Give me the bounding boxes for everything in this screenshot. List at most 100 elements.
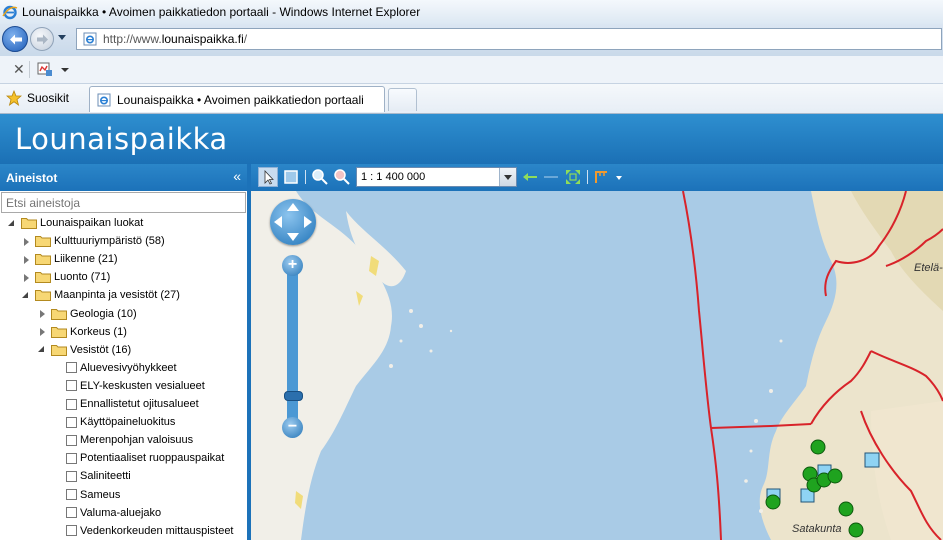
new-tab-button[interactable]: [388, 88, 417, 111]
map-view[interactable]: Etelä- Satakunta + −: [251, 191, 943, 540]
browser-tab[interactable]: Lounaispaikka • Avoimen paikkatiedon por…: [89, 86, 385, 112]
address-bar[interactable]: http://www.lounaispaikka.fi/: [76, 28, 942, 50]
tree-item-label: Aluevesivyöhykkeet: [80, 361, 177, 374]
scale-select[interactable]: 1 : 1 400 000: [356, 167, 517, 187]
favorites-star-icon[interactable]: [6, 90, 22, 106]
forward-arrow-icon: [37, 34, 48, 45]
page-icon: [83, 32, 97, 46]
tree-item-label: Lounaispaikan luokat: [40, 217, 144, 229]
pan-arrows-icon: [274, 203, 312, 241]
tree-item-label: Liikenne (21): [54, 253, 118, 266]
addon-dropdown-arrow[interactable]: [61, 68, 69, 72]
tree-layer-item[interactable]: Merenpohjan valoisuus: [66, 431, 193, 449]
tree-layer-item[interactable]: Sameus: [66, 486, 120, 504]
tree-item-label: Saliniteetti: [80, 470, 131, 483]
sidebar-header: Aineistot «: [0, 164, 247, 191]
zoom-in-button[interactable]: [310, 167, 330, 187]
tree-layer-item[interactable]: Potentiaaliset ruoppauspaikat: [66, 449, 224, 467]
region-label-satakunta: Satakunta: [792, 523, 842, 535]
addon-icon[interactable]: [37, 61, 53, 77]
tree-layer-item[interactable]: Käyttöpaineluokitus: [66, 413, 175, 431]
layer-checkbox[interactable]: [66, 434, 77, 446]
layer-checkbox[interactable]: [66, 470, 77, 482]
layer-checkbox[interactable]: [66, 507, 77, 519]
back-button[interactable]: [2, 26, 28, 52]
layer-checkbox[interactable]: [66, 380, 77, 392]
internet-explorer-icon: [2, 5, 18, 20]
measure-dropdown-arrow[interactable]: [616, 176, 622, 180]
measure-tool-button[interactable]: [592, 167, 612, 187]
favorites-button[interactable]: Suosikit: [27, 91, 69, 105]
forward-button[interactable]: [30, 27, 54, 51]
tree-folder-item[interactable]: Kulttuuriympäristö (58): [22, 232, 165, 250]
zoom-box-button[interactable]: [281, 167, 301, 187]
folder-icon: [35, 272, 51, 284]
folder-icon: [35, 290, 51, 302]
pan-control[interactable]: [270, 199, 316, 245]
collapsed-triangle-icon[interactable]: [38, 309, 47, 318]
magnifier-plus-icon: [312, 169, 328, 185]
tree-item-label: Vesistöt (16): [70, 343, 132, 356]
scale-dropdown-arrow[interactable]: [499, 168, 516, 186]
tree-folder-item[interactable]: Vesistöt (16): [38, 341, 131, 359]
layer-checkbox[interactable]: [66, 525, 77, 537]
layer-sidebar: Aineistot « Lounaispaikan luokat Kulttuur…: [0, 164, 251, 540]
tree-item-label: ELY-keskusten vesialueet: [80, 379, 205, 392]
map-toolbar: 1 : 1 400 000: [251, 164, 943, 191]
arrow-right-icon: [544, 176, 558, 178]
recent-pages-dropdown[interactable]: [58, 35, 66, 40]
folder-icon: [51, 326, 67, 338]
expand-icon: [566, 170, 580, 184]
layer-checkbox[interactable]: [66, 452, 77, 464]
previous-view-button[interactable]: [520, 167, 540, 187]
tree-item-label: Valuma-aluejako: [80, 506, 162, 519]
collapsed-triangle-icon[interactable]: [22, 273, 31, 282]
tree-layer-item[interactable]: Ennallistetut ojitusalueet: [66, 395, 199, 413]
zoom-box-icon: [284, 170, 298, 184]
region-label-etela: Etelä-: [914, 262, 943, 274]
tree-item-label: Kulttuuriympäristö (58): [54, 235, 165, 248]
collapsed-triangle-icon[interactable]: [22, 237, 31, 246]
collapsed-triangle-icon[interactable]: [38, 327, 47, 337]
tree-folder-item[interactable]: Liikenne (21): [22, 250, 118, 268]
layer-checkbox[interactable]: [66, 362, 77, 374]
dataset-search-input[interactable]: [1, 192, 246, 213]
tree-layer-item[interactable]: Saliniteetti: [66, 467, 131, 485]
tree-folder-item[interactable]: Korkeus (1): [38, 323, 127, 341]
url-text: http://www.lounaispaikka.fi/: [103, 32, 248, 46]
zoom-slider-handle[interactable]: [284, 391, 303, 401]
folder-icon: [21, 218, 37, 229]
next-view-button[interactable]: [541, 167, 561, 187]
tree-layer-item[interactable]: Vedenkorkeuden mittauspisteet: [66, 522, 234, 540]
zoom-out-button[interactable]: [332, 167, 352, 187]
tree-layer-item[interactable]: Aluevesivyöhykkeet: [66, 359, 177, 377]
full-extent-button[interactable]: [563, 167, 583, 187]
layer-checkbox[interactable]: [66, 416, 77, 428]
tree-layer-item[interactable]: ELY-keskusten vesialueet: [66, 377, 205, 395]
layer-checkbox[interactable]: [66, 398, 77, 410]
layer-checkbox[interactable]: [66, 489, 77, 500]
tree-layer-item[interactable]: Valuma-aluejako: [66, 504, 161, 522]
zoom-in-control[interactable]: +: [282, 255, 303, 276]
expanded-triangle-icon[interactable]: [22, 291, 31, 300]
app-logo[interactable]: Lounaispaikka: [15, 122, 228, 156]
back-arrow-icon: [10, 34, 22, 45]
folder-icon: [51, 344, 67, 356]
window-title: Lounaispaikka • Avoimen paikkatiedon por…: [22, 5, 421, 19]
close-icon[interactable]: ✕: [13, 61, 25, 78]
expanded-triangle-icon[interactable]: [38, 345, 47, 354]
toolbar-separator: [587, 170, 588, 184]
tree-folder-item[interactable]: Lounaispaikan luokat: [8, 214, 143, 232]
zoom-out-control[interactable]: −: [282, 417, 303, 438]
collapse-sidebar-button[interactable]: «: [233, 168, 241, 184]
scale-value: 1 : 1 400 000: [361, 171, 426, 183]
expanded-triangle-icon[interactable]: [8, 219, 17, 228]
collapsed-triangle-icon[interactable]: [22, 255, 31, 264]
tree-folder-item[interactable]: Luonto (71): [22, 268, 110, 286]
tree-folder-item[interactable]: Geologia (10): [38, 305, 137, 323]
tree-folder-item[interactable]: Maanpinta ja vesistöt (27): [22, 286, 180, 304]
arrow-left-icon: [523, 173, 537, 181]
zoom-slider-track[interactable]: [287, 269, 298, 434]
folder-icon: [35, 236, 51, 248]
select-tool-button[interactable]: [258, 167, 278, 187]
